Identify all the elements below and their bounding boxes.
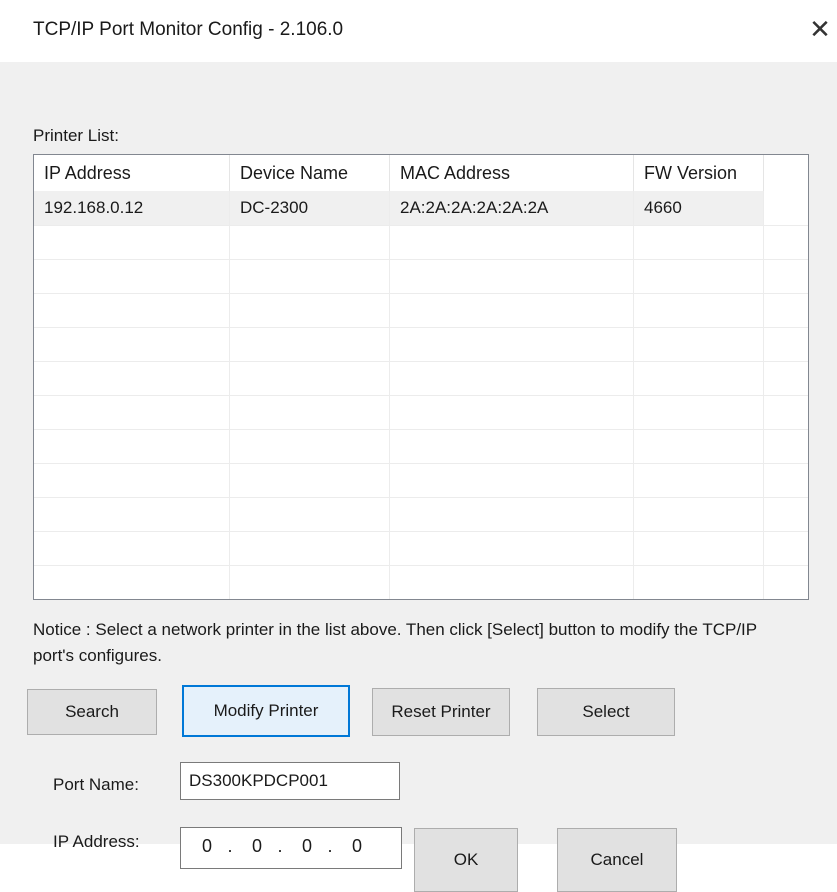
dialog-content: Printer List: IP Address Device Name MAC…	[0, 62, 837, 892]
row-divider	[34, 463, 808, 464]
column-header-fw-version[interactable]: FW Version	[634, 155, 764, 191]
ip-octet-3[interactable]: 0	[293, 836, 321, 857]
table-row[interactable]: 192.168.0.12 DC-2300 2A:2A:2A:2A:2A:2A 4…	[34, 191, 764, 225]
row-divider	[34, 361, 808, 362]
ip-address-label: IP Address:	[53, 832, 140, 851]
row-divider	[34, 429, 808, 430]
column-header-device-name[interactable]: Device Name	[230, 155, 390, 191]
search-button[interactable]: Search	[27, 689, 157, 735]
ip-dot-separator: .	[327, 836, 333, 856]
window-title: TCP/IP Port Monitor Config - 2.106.0	[33, 19, 344, 40]
port-name-label: Port Name:	[53, 775, 139, 794]
column-header-ip-address[interactable]: IP Address	[34, 155, 230, 191]
ip-octet-2[interactable]: 0	[243, 836, 271, 857]
cell-mac-address: 2A:2A:2A:2A:2A:2A	[400, 198, 549, 217]
modify-printer-button[interactable]: Modify Printer	[182, 685, 350, 737]
port-name-input[interactable]: DS300KPDCP001	[180, 762, 400, 800]
cell-device-name: DC-2300	[240, 198, 309, 217]
printer-list-label: Printer List:	[33, 126, 119, 145]
ip-octet-4[interactable]: 0	[343, 836, 371, 857]
close-icon[interactable]: ✕	[806, 14, 834, 44]
cell-ip-address: 192.168.0.12	[44, 198, 144, 217]
row-divider	[34, 531, 808, 532]
ip-octet-1[interactable]: 0	[193, 836, 221, 857]
printer-list[interactable]: IP Address Device Name MAC Address FW Ve…	[33, 154, 809, 600]
ok-button[interactable]: OK	[414, 828, 518, 892]
row-divider	[34, 497, 808, 498]
select-button[interactable]: Select	[537, 688, 675, 736]
notice-text: Notice : Select a network printer in the…	[33, 620, 757, 665]
ip-address-input[interactable]: 0 . 0 . 0 . 0	[180, 827, 402, 869]
reset-printer-button[interactable]: Reset Printer	[372, 688, 510, 736]
cell-fw-version: 4660	[644, 198, 682, 217]
port-monitor-dialog: TCP/IP Port Monitor Config - 2.106.0 ✕ P…	[0, 0, 837, 892]
row-divider	[34, 293, 808, 294]
title-bar: TCP/IP Port Monitor Config - 2.106.0 ✕	[0, 0, 837, 62]
cancel-button[interactable]: Cancel	[557, 828, 677, 892]
row-divider	[34, 327, 808, 328]
ip-dot-separator: .	[277, 836, 283, 856]
row-divider	[34, 565, 808, 566]
row-divider	[34, 395, 808, 396]
ip-dot-separator: .	[227, 836, 233, 856]
row-divider	[34, 259, 808, 260]
row-divider	[34, 225, 808, 226]
column-header-mac-address[interactable]: MAC Address	[390, 155, 634, 191]
printer-list-header: IP Address Device Name MAC Address FW Ve…	[34, 155, 808, 191]
